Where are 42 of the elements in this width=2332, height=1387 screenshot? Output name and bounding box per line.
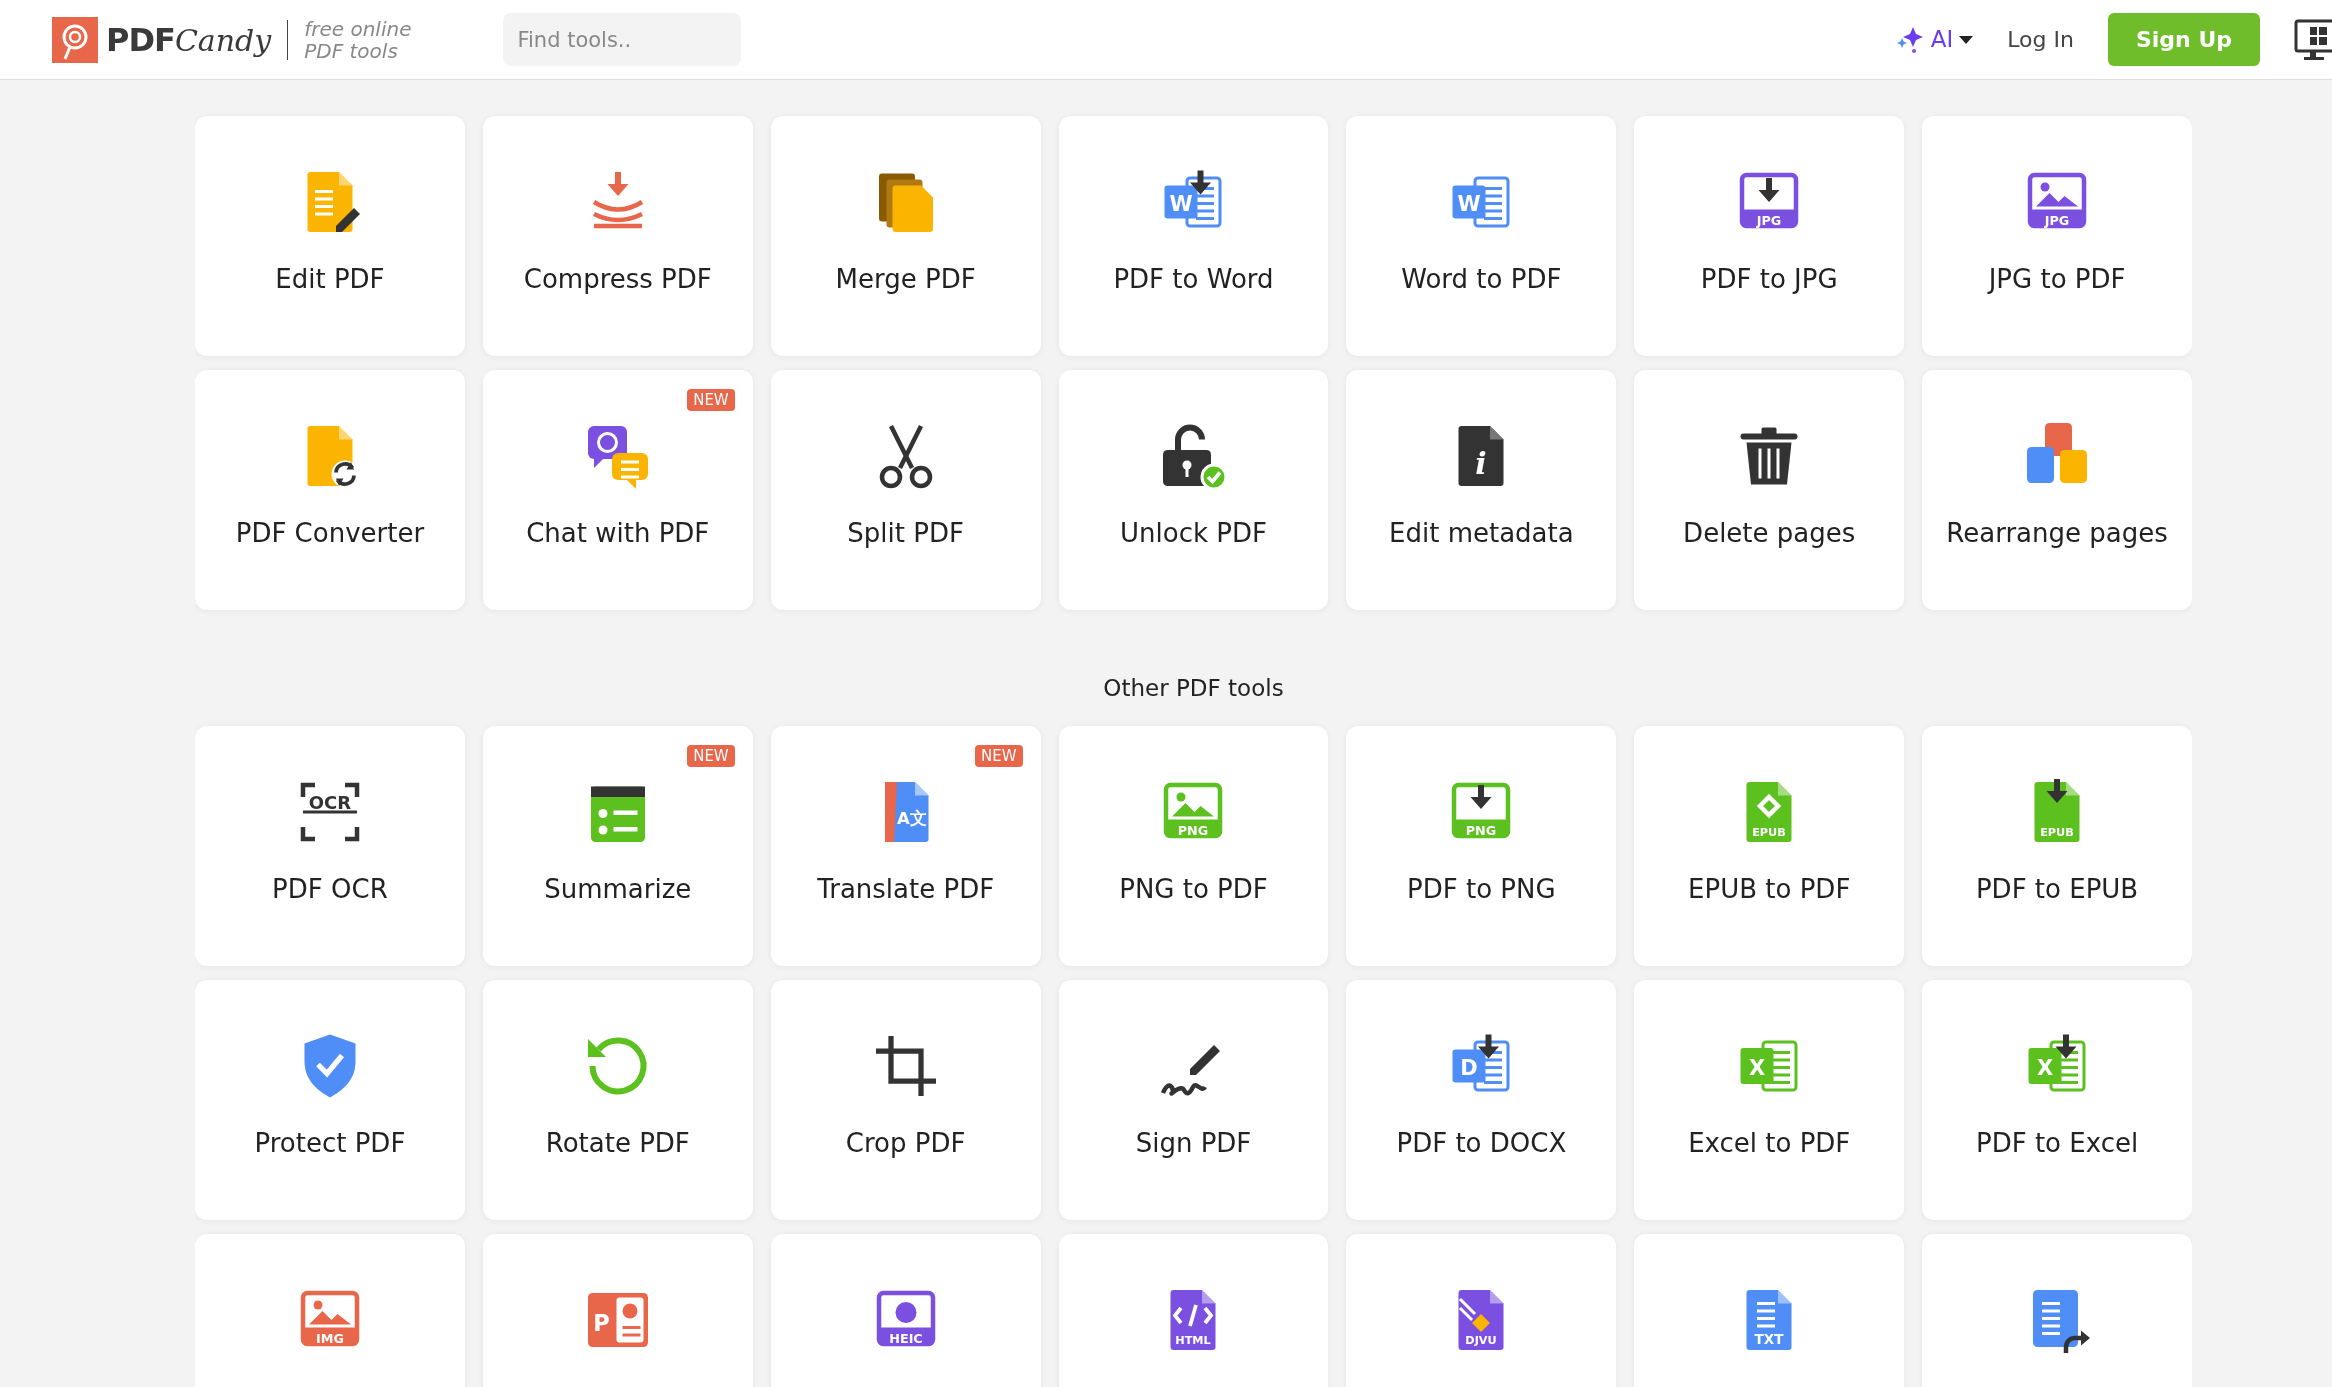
new-badge: NEW bbox=[687, 389, 735, 411]
tool-card[interactable]: DJVU bbox=[1346, 1234, 1617, 1387]
logo-icon bbox=[52, 16, 98, 63]
tool-card[interactable]: OCR PDF OCR bbox=[195, 726, 465, 966]
tool-card[interactable]: PDF Converter bbox=[195, 370, 465, 610]
tool-card[interactable]: Protect PDF bbox=[195, 980, 465, 1220]
tool-card[interactable]: JPG JPG to PDF bbox=[1922, 116, 2192, 356]
caret-icon bbox=[1959, 35, 1974, 44]
tool-card[interactable]: NEW Chat with PDF bbox=[482, 370, 753, 610]
tool-card[interactable]: X Excel to PDF bbox=[1634, 980, 1905, 1220]
tool-card[interactable]: Merge PDF bbox=[770, 116, 1041, 356]
ai-menu-button[interactable]: AI bbox=[1894, 22, 1974, 57]
tool-card[interactable]: PNG PDF to PNG bbox=[1346, 726, 1617, 966]
login-link[interactable]: Log In bbox=[2007, 23, 2074, 56]
tool-card[interactable]: Rotate PDF bbox=[482, 980, 753, 1220]
tool-card[interactable]: Edit PDF bbox=[195, 116, 465, 356]
tool-card[interactable]: Delete pages bbox=[1634, 370, 1905, 610]
tool-card[interactable]: D PDF to DOCX bbox=[1346, 980, 1617, 1220]
tool-card[interactable]: EPUB PDF to EPUB bbox=[1922, 726, 2192, 966]
tool-card[interactable]: HEIC bbox=[770, 1234, 1041, 1387]
tool-card[interactable]: NEW A文 Translate PDF bbox=[770, 726, 1041, 966]
new-badge: NEW bbox=[975, 745, 1023, 767]
tool-card[interactable]: W PDF to Word bbox=[1058, 116, 1329, 356]
tool-card[interactable]: PNG PNG to PDF bbox=[1058, 726, 1329, 966]
tool-card[interactable]: HTML bbox=[1058, 1234, 1329, 1387]
search-field[interactable]: Find tools.. bbox=[503, 13, 742, 66]
tool-card[interactable]: X PDF to Excel bbox=[1922, 980, 2192, 1220]
new-badge: NEW bbox=[687, 745, 735, 767]
tool-card[interactable]: Sign PDF bbox=[1058, 980, 1329, 1220]
section-heading: Other PDF tools bbox=[1102, 674, 1285, 702]
tool-card[interactable]: Crop PDF bbox=[770, 980, 1041, 1220]
tool-card[interactable]: NEW Summarize bbox=[482, 726, 753, 966]
tagline: free online PDF tools bbox=[304, 17, 412, 62]
tool-card[interactable]: i Edit metadata bbox=[1346, 370, 1617, 610]
brand-name[interactable]: PDFCandy bbox=[106, 23, 272, 56]
tool-card[interactable]: Compress PDF bbox=[482, 116, 753, 356]
tool-card[interactable]: Split PDF bbox=[770, 370, 1041, 610]
tool-card[interactable]: EPUB EPUB to PDF bbox=[1634, 726, 1905, 966]
tool-card[interactable]: JPG PDF to JPG bbox=[1634, 116, 1905, 356]
tool-card[interactable]: Unlock PDF bbox=[1058, 370, 1329, 610]
tool-card[interactable]: W Word to PDF bbox=[1346, 116, 1617, 356]
tool-card[interactable]: Rearrange pages bbox=[1922, 370, 2192, 610]
